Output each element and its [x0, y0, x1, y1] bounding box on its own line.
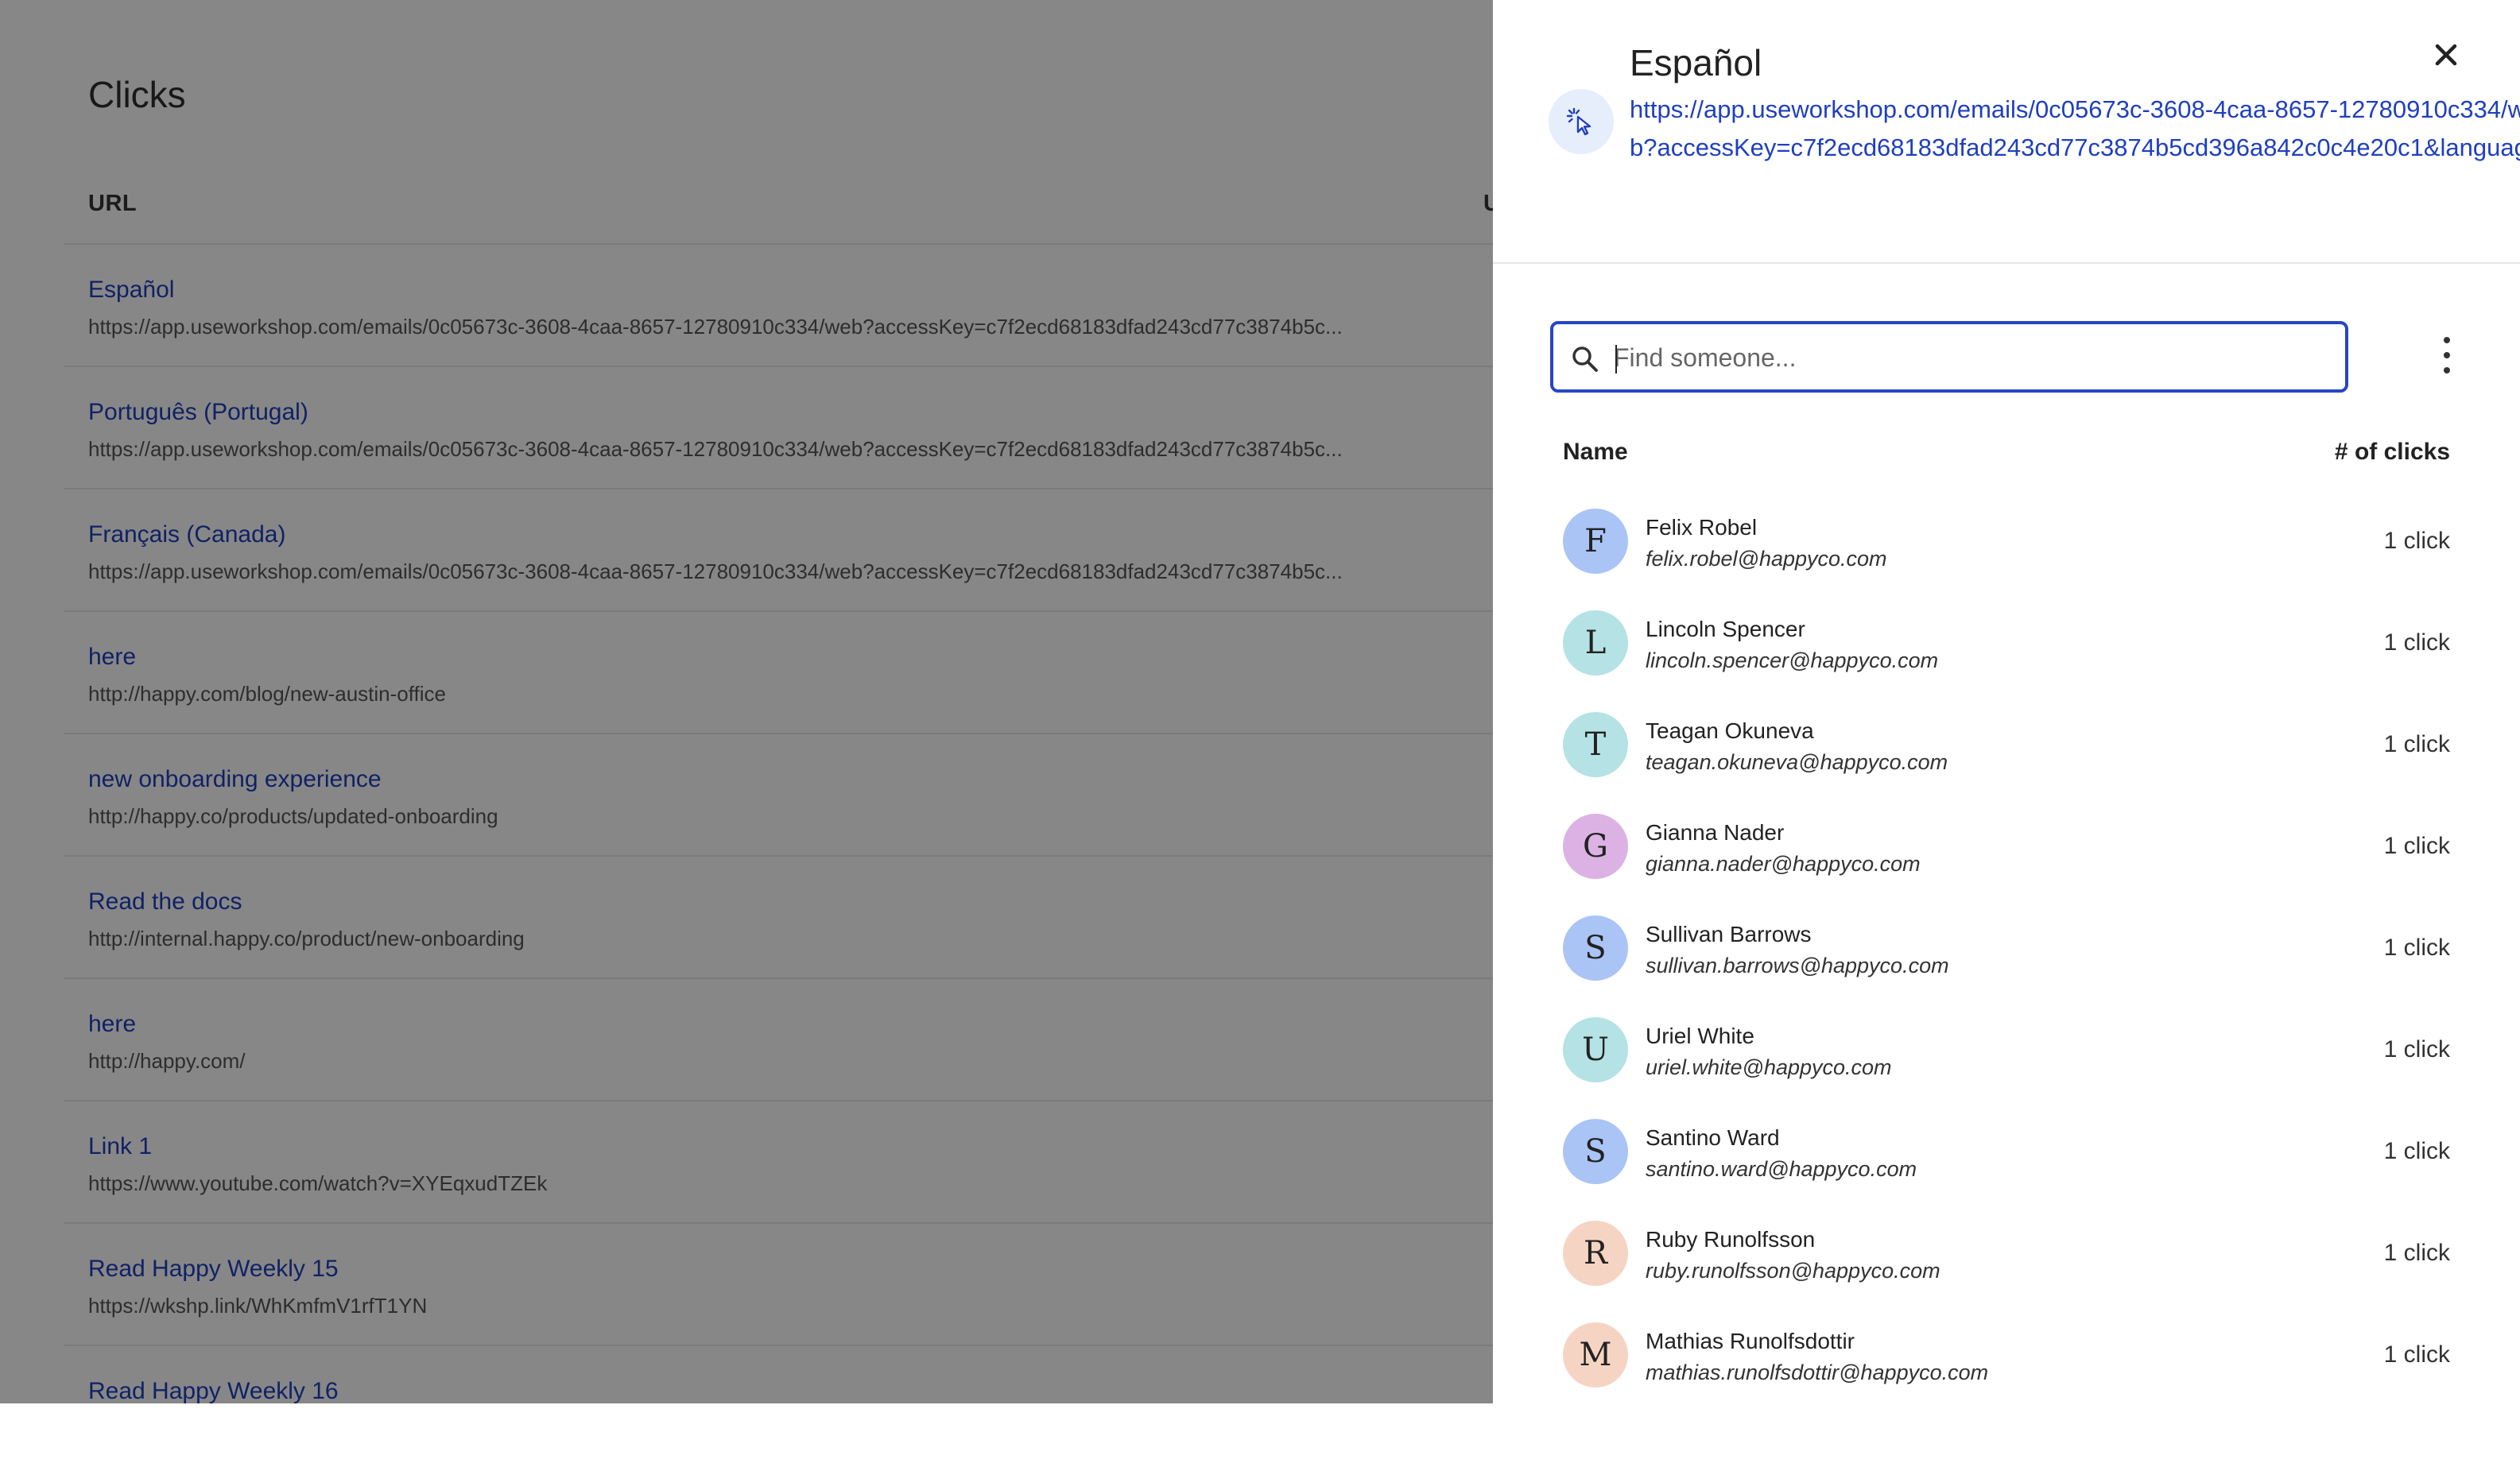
clicks-column-header: # of clicks [2334, 439, 2450, 465]
person-name: Mathias Runolfsdottir [1646, 1329, 1855, 1353]
link-clicks-panel: Español https://app.useworkshop.com/emai… [1493, 0, 2520, 1403]
people-list: F Felix Robel felix.robel@happyco.com 1 cli… [1563, 491, 2450, 1403]
person-email: sullivan.barrows@happyco.com [1646, 954, 1949, 977]
person-row[interactable]: F Felix Robel felix.robel@happyco.com 1 cli… [1563, 491, 2450, 593]
avatar: R [1563, 1221, 1628, 1286]
panel-header: Español https://app.useworkshop.com/emai… [1493, 0, 2520, 264]
person-name: Sullivan Barrows [1646, 922, 1812, 946]
person-email: mathias.runolfsdottir@happyco.com [1646, 1361, 1989, 1384]
click-count: 1 click [2383, 833, 2450, 859]
avatar: S [1563, 1119, 1628, 1184]
person-name: Felix Robel [1646, 515, 1758, 540]
person-email: teagan.okuneva@happyco.com [1646, 750, 1948, 774]
person-row[interactable]: S Santino Ward santino.ward@happyco.com 1 c… [1563, 1101, 2450, 1203]
person-name: Gianna Nader [1646, 820, 1785, 845]
avatar: T [1563, 712, 1628, 777]
search-input[interactable] [1614, 334, 2329, 381]
person-name: Ruby Runolfsson [1646, 1227, 1816, 1252]
person-name: Teagan Okuneva [1646, 718, 1814, 743]
person-email: gianna.nader@happyco.com [1646, 852, 1921, 876]
person-email: uriel.white@happyco.com [1646, 1055, 1892, 1079]
cursor-click-icon [1549, 89, 1614, 154]
panel-url-link[interactable]: https://app.useworkshop.com/emails/0c056… [1630, 91, 2520, 167]
person-email: lincoln.spencer@happyco.com [1646, 648, 1939, 672]
click-count: 1 click [2383, 1138, 2450, 1164]
person-row[interactable]: R Ruby Runolfsson ruby.runolfsson@happyco.… [1563, 1203, 2450, 1305]
search-field[interactable] [1550, 321, 2348, 393]
modal-backdrop[interactable] [0, 0, 1493, 1403]
avatar: M [1563, 1322, 1628, 1388]
name-column-header: Name [1563, 439, 1628, 465]
avatar: F [1563, 509, 1628, 574]
panel-title: Español [1630, 42, 1762, 83]
more-vertical-icon[interactable] [2437, 337, 2456, 374]
person-name: Uriel White [1646, 1024, 1754, 1048]
avatar: S [1563, 915, 1628, 981]
person-row[interactable]: M Mathias Runolfsdottir mathias.runolfsdot… [1563, 1305, 2450, 1403]
person-email: felix.robel@happyco.com [1646, 547, 1887, 571]
click-count: 1 click [2383, 1036, 2450, 1063]
person-row[interactable]: L Lincoln Spencer lincoln.spencer@happyco.… [1563, 593, 2450, 695]
avatar: L [1563, 610, 1628, 675]
click-count: 1 click [2383, 731, 2450, 757]
click-count: 1 click [2383, 1240, 2450, 1266]
avatar: G [1563, 814, 1628, 879]
close-icon [2435, 44, 2457, 66]
person-row[interactable]: G Gianna Nader gianna.nader@happyco.com 1 c… [1563, 796, 2450, 898]
click-count: 1 click [2383, 1341, 2450, 1368]
text-caret [1615, 345, 1617, 374]
click-count: 1 click [2383, 629, 2450, 656]
click-count: 1 click [2383, 935, 2450, 961]
search-icon [1572, 346, 1598, 372]
person-email: santino.ward@happyco.com [1646, 1157, 1917, 1181]
person-email: ruby.runolfsson@happyco.com [1646, 1259, 1940, 1283]
avatar: U [1563, 1017, 1628, 1082]
person-name: Lincoln Spencer [1646, 617, 1805, 641]
person-name: Santino Ward [1646, 1125, 1780, 1150]
close-button[interactable] [2428, 37, 2464, 73]
person-row[interactable]: T Teagan Okuneva teagan.okuneva@happyco.co… [1563, 695, 2450, 796]
click-count: 1 click [2383, 528, 2450, 554]
person-row[interactable]: S Sullivan Barrows sullivan.barrows@happyc… [1563, 898, 2450, 1000]
person-row[interactable]: U Uriel White uriel.white@happyco.com 1 cli… [1563, 1000, 2450, 1101]
